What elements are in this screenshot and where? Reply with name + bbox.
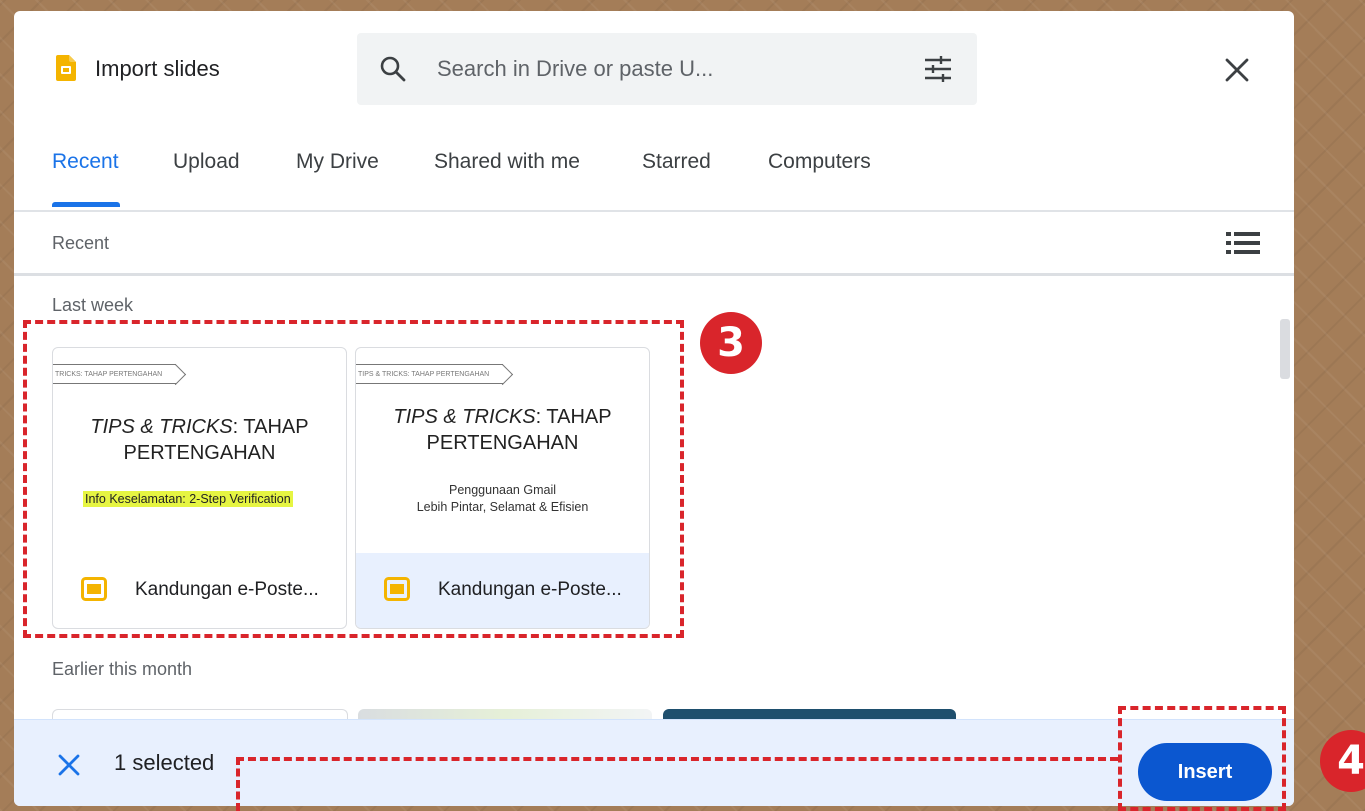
annotation-badge-4: 4 [1320,730,1365,792]
breadcrumb: Recent [52,233,110,253]
annotation-box-files [23,320,684,638]
active-tab-indicator [52,202,120,207]
dialog-header: Import slides [14,11,1294,121]
tab-recent[interactable]: Recent [52,150,119,174]
deselect-icon[interactable] [56,752,82,778]
annotation-connector-horizontal [236,757,1118,761]
list-view-icon[interactable] [1226,230,1260,256]
source-tabs: Recent Upload My Drive Shared with me St… [14,136,1294,212]
section-label-last-week: Last week [52,295,134,315]
slides-app-icon [56,55,76,81]
tab-computers[interactable]: Computers [768,150,871,174]
tab-my-drive[interactable]: My Drive [296,150,379,174]
breadcrumb-bar: Recent [14,214,1294,276]
selection-bar: 1 selected Insert [14,719,1294,806]
annotation-box-insert [1118,706,1286,811]
search-bar[interactable] [357,33,977,105]
section-label-earlier-this-month: Earlier this month [52,659,193,679]
search-input[interactable] [437,53,897,85]
dialog-title: Import slides [95,56,220,81]
tab-shared-with-me[interactable]: Shared with me [434,150,580,174]
close-icon[interactable] [1222,55,1252,85]
tab-starred[interactable]: Starred [642,150,711,174]
annotation-connector-vertical [236,757,240,811]
search-icon[interactable] [379,55,407,83]
scrollbar[interactable] [1280,319,1290,379]
tab-upload[interactable]: Upload [173,150,240,174]
selected-count: 1 selected [114,750,215,775]
annotation-badge-3: 3 [700,312,762,374]
filter-icon[interactable] [923,55,953,83]
